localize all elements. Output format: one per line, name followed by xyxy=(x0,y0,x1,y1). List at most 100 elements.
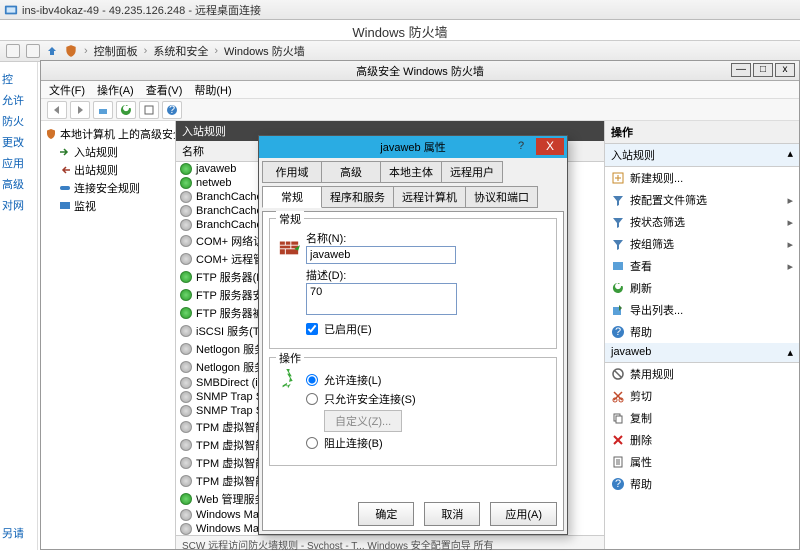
tool-forward[interactable] xyxy=(70,101,90,119)
action-label: 按状态筛选 xyxy=(630,214,685,230)
tool-help[interactable]: ? xyxy=(162,101,182,119)
mmc-titlebar[interactable]: 高级安全 Windows 防火墙 — □ x xyxy=(41,61,799,81)
dialog-title-text: javaweb 属性 xyxy=(380,139,445,155)
actions-sec1-label: 入站规则 xyxy=(611,150,655,162)
breadcrumb[interactable]: › 控制面板 › 系统和安全 › Windows 防火墙 xyxy=(64,43,305,59)
forward-button[interactable] xyxy=(26,44,40,58)
rule-name: Netlogon 服务 xyxy=(196,359,265,375)
tree-inbound[interactable]: 入站规则 xyxy=(45,143,171,161)
action-export[interactable]: 导出列表... xyxy=(605,299,799,321)
action-label: 禁用规则 xyxy=(630,366,674,382)
shield-icon xyxy=(45,128,57,140)
tree-monitor-label: 监视 xyxy=(74,198,96,214)
action-props[interactable]: 属性 xyxy=(605,451,799,473)
menu-action[interactable]: 操作(A) xyxy=(97,82,134,98)
tree-monitor[interactable]: 监视 xyxy=(45,197,171,215)
crumb-firewall[interactable]: Windows 防火墙 xyxy=(224,43,305,59)
tree-outbound[interactable]: 出站规则 xyxy=(45,161,171,179)
tree-consec[interactable]: 连接安全规则 xyxy=(45,179,171,197)
action-label: 属性 xyxy=(630,454,652,470)
sidestrip-item[interactable]: 防火 xyxy=(2,113,35,129)
rule-name: netweb xyxy=(196,177,231,189)
tab-remote-computer[interactable]: 远程计算机 xyxy=(393,186,466,208)
chevron-up-icon[interactable]: ▴ xyxy=(787,147,793,160)
action-disable[interactable]: 禁用规则 xyxy=(605,363,799,385)
tree-consec-label: 连接安全规则 xyxy=(74,180,140,196)
help-button[interactable]: ? xyxy=(511,138,531,155)
tab-local-principal[interactable]: 本地主体 xyxy=(380,161,442,183)
sidestrip-item[interactable]: 高级 xyxy=(2,176,35,192)
radio-block[interactable] xyxy=(306,437,318,449)
action-label: 查看 xyxy=(630,258,652,274)
tree-outbound-label: 出站规则 xyxy=(74,162,118,178)
action-label: 刷新 xyxy=(630,280,652,296)
radio-allow-label: 允许连接(L) xyxy=(324,372,381,388)
tab-scope[interactable]: 作用域 xyxy=(262,161,322,183)
tree-inbound-label: 入站规则 xyxy=(74,144,118,160)
enabled-checkbox[interactable] xyxy=(306,323,318,335)
status-dot-icon xyxy=(180,219,192,231)
close-button[interactable]: x xyxy=(775,63,795,77)
status-dot-icon xyxy=(180,493,192,505)
tab-general[interactable]: 常规 xyxy=(262,186,322,208)
crumb-system-security[interactable]: 系统和安全 xyxy=(153,43,208,59)
rule-name: javaweb xyxy=(196,163,236,175)
action-help[interactable]: ?帮助 xyxy=(605,321,799,343)
action-help[interactable]: ?帮助 xyxy=(605,473,799,495)
tab-protocols-ports[interactable]: 协议和端口 xyxy=(465,186,538,208)
sidestrip-item[interactable]: 对网 xyxy=(2,197,35,213)
rule-name: TPM 虚拟智能 xyxy=(196,437,266,453)
arrow-out-icon xyxy=(59,164,71,176)
menu-help[interactable]: 帮助(H) xyxy=(194,82,231,98)
filter-icon xyxy=(611,193,625,207)
sidestrip-item[interactable]: 应用 xyxy=(2,155,35,171)
tab-remote-user[interactable]: 远程用户 xyxy=(441,161,503,183)
action-label: 新建规则... xyxy=(630,170,683,186)
desc-input[interactable] xyxy=(306,283,457,315)
group-general: 常规 名称(N): 描述(D): xyxy=(269,218,557,349)
rule-name: Web 管理服务 xyxy=(196,491,265,507)
maximize-button[interactable]: □ xyxy=(753,63,773,77)
close-button[interactable]: X xyxy=(536,138,564,155)
action-filter[interactable]: 按组筛选▸ xyxy=(605,233,799,255)
dialog-titlebar[interactable]: javaweb 属性 ? X xyxy=(259,136,567,158)
chevron-up-icon[interactable]: ▴ xyxy=(787,346,793,359)
tool-up[interactable] xyxy=(93,101,113,119)
disable-icon xyxy=(611,367,625,381)
apply-button[interactable]: 应用(A) xyxy=(490,502,557,526)
tab-advanced[interactable]: 高级 xyxy=(321,161,381,183)
actions-section-selected: javaweb ▴ xyxy=(605,343,799,363)
action-refresh[interactable]: 刷新 xyxy=(605,277,799,299)
radio-allow[interactable] xyxy=(306,374,318,386)
sidestrip-item[interactable]: 更改 xyxy=(2,134,35,150)
tool-props[interactable] xyxy=(139,101,159,119)
sidestrip-item[interactable]: 控 xyxy=(2,71,35,87)
status-dot-icon xyxy=(180,509,192,521)
menu-file[interactable]: 文件(F) xyxy=(49,82,85,98)
tool-back[interactable] xyxy=(47,101,67,119)
minimize-button[interactable]: — xyxy=(731,63,751,77)
cancel-button[interactable]: 取消 xyxy=(424,502,480,526)
back-button[interactable] xyxy=(6,44,20,58)
rule-name: BranchCache xyxy=(196,205,263,217)
sidestrip-item[interactable]: 允许 xyxy=(2,92,35,108)
action-filter[interactable]: 按配置文件筛选▸ xyxy=(605,189,799,211)
action-view[interactable]: 查看 ▸ xyxy=(605,255,799,277)
ok-button[interactable]: 确定 xyxy=(358,502,414,526)
tab-programs-services[interactable]: 程序和服务 xyxy=(321,186,394,208)
action-cut[interactable]: 剪切 xyxy=(605,385,799,407)
action-filter[interactable]: 按状态筛选▸ xyxy=(605,211,799,233)
up-icon[interactable] xyxy=(46,45,58,57)
menu-view[interactable]: 查看(V) xyxy=(146,82,183,98)
tool-refresh[interactable] xyxy=(116,101,136,119)
status-dot-icon xyxy=(180,343,192,355)
action-copy[interactable]: 复制 xyxy=(605,407,799,429)
action-delete[interactable]: 删除 xyxy=(605,429,799,451)
status-dot-icon xyxy=(180,163,192,175)
action-new[interactable]: 新建规则... xyxy=(605,167,799,189)
crumb-control-panel[interactable]: 控制面板 xyxy=(94,43,138,59)
radio-allow-secure[interactable] xyxy=(306,393,318,405)
chevron-right-icon: ▸ xyxy=(787,260,793,273)
name-input[interactable] xyxy=(306,246,456,264)
tree-root[interactable]: 本地计算机 上的高级安全 Win xyxy=(45,125,171,143)
